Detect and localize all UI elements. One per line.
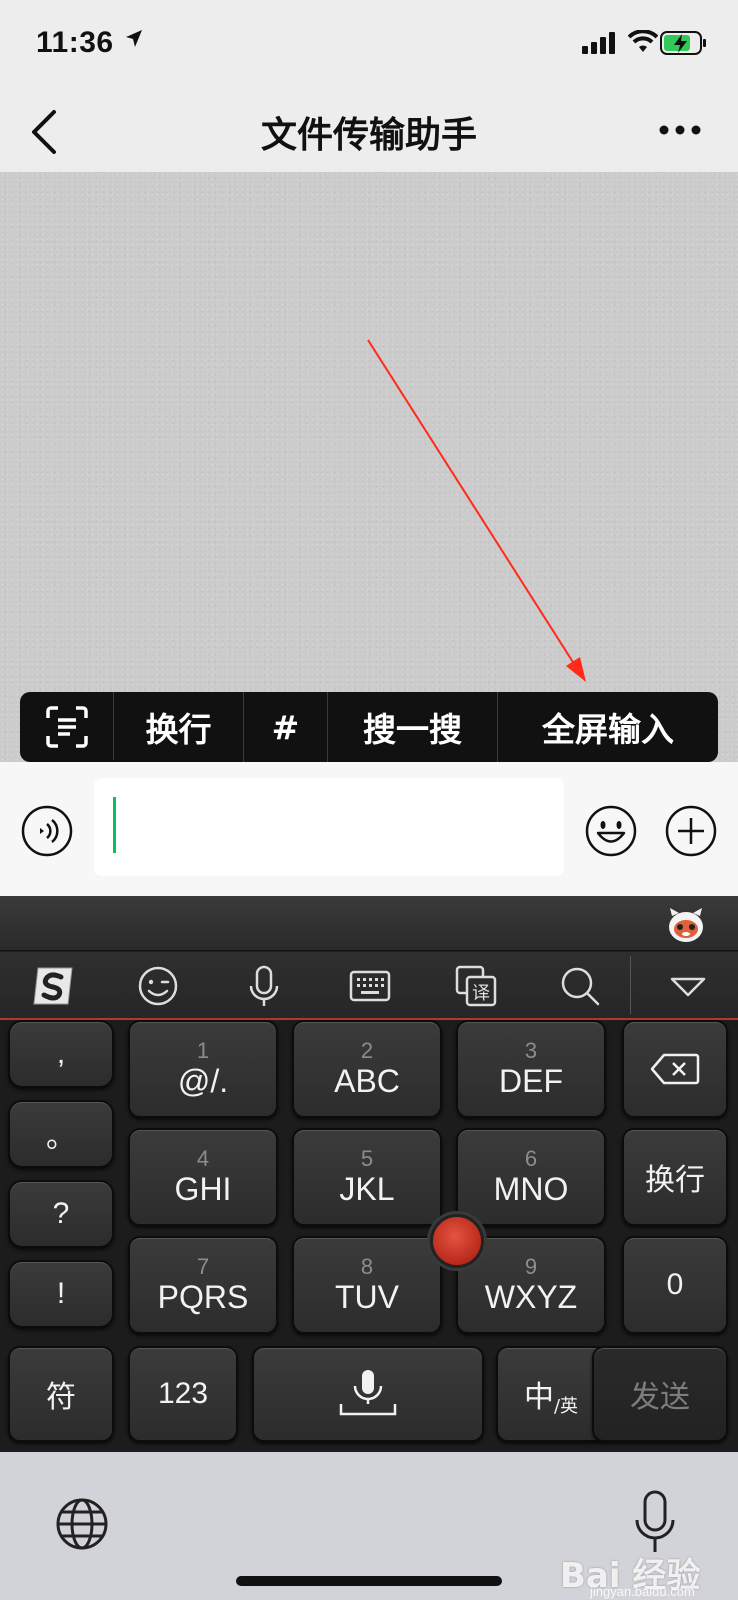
symbols-key[interactable]: 符 bbox=[8, 1346, 114, 1442]
emoji-icon[interactable] bbox=[584, 804, 638, 858]
numbers-key[interactable]: 123 bbox=[128, 1346, 238, 1442]
keyboard-candidate-strip bbox=[0, 896, 738, 951]
key-0[interactable]: 0 bbox=[622, 1236, 728, 1334]
scan-text-icon bbox=[45, 706, 88, 748]
translate-icon[interactable]: 译 bbox=[452, 962, 500, 1010]
key-period[interactable]: 。 bbox=[8, 1100, 114, 1168]
toolbar-divider bbox=[630, 956, 631, 1014]
text-cursor bbox=[113, 797, 116, 853]
cellular-signal-icon bbox=[582, 32, 615, 54]
newline-key[interactable]: 换行 bbox=[622, 1128, 728, 1226]
key-5[interactable]: 5 JKL bbox=[292, 1128, 442, 1226]
popup-search-button[interactable]: 搜一搜 bbox=[328, 692, 498, 762]
lang-switch-key[interactable]: 中/英 bbox=[496, 1346, 606, 1442]
key-1[interactable]: 1 @/. bbox=[128, 1020, 278, 1118]
key-8[interactable]: 8 TUV bbox=[292, 1236, 442, 1334]
search-icon[interactable] bbox=[556, 962, 604, 1010]
battery-charging-icon bbox=[660, 31, 706, 55]
popup-hash-button[interactable]: # bbox=[244, 692, 328, 762]
more-options-icon[interactable] bbox=[656, 112, 704, 148]
popup-scan-button[interactable] bbox=[20, 692, 114, 762]
send-key[interactable]: 发送 bbox=[592, 1346, 728, 1442]
key-2[interactable]: 2 ABC bbox=[292, 1020, 442, 1118]
message-input[interactable] bbox=[94, 778, 564, 876]
collapse-keyboard-icon[interactable] bbox=[664, 962, 712, 1010]
popup-newline-button[interactable]: 换行 bbox=[114, 692, 244, 762]
svg-text:译: 译 bbox=[472, 983, 490, 1004]
backspace-key[interactable] bbox=[622, 1020, 728, 1118]
space-mic-icon bbox=[339, 1370, 397, 1416]
status-time: 11:36 bbox=[36, 26, 114, 59]
page-title: 文件传输助手 bbox=[260, 115, 477, 156]
voice-input-icon[interactable] bbox=[20, 804, 74, 858]
globe-icon[interactable] bbox=[54, 1496, 110, 1552]
emoji-icon[interactable] bbox=[134, 962, 182, 1010]
dictation-mic-icon[interactable] bbox=[632, 1490, 678, 1556]
chat-area bbox=[0, 172, 738, 762]
watermark-url: jingyan.baidu.com bbox=[590, 1584, 695, 1599]
wifi-icon bbox=[628, 30, 658, 52]
key-6[interactable]: 6 MNO bbox=[456, 1128, 606, 1226]
key-3[interactable]: 3 DEF bbox=[456, 1020, 606, 1118]
keyboard-icon[interactable] bbox=[346, 962, 394, 1010]
key-4[interactable]: 4 GHI bbox=[128, 1128, 278, 1226]
popup-fullscreen-input-button[interactable]: 全屏输入 bbox=[498, 692, 718, 762]
input-popup-menu: 换行 # 搜一搜 全屏输入 bbox=[20, 692, 718, 762]
plus-icon[interactable] bbox=[664, 804, 718, 858]
sogou-logo-icon[interactable] bbox=[30, 962, 78, 1010]
key-exclaim[interactable]: ! bbox=[8, 1260, 114, 1328]
mic-icon[interactable] bbox=[240, 962, 288, 1010]
location-arrow-icon bbox=[126, 30, 142, 47]
home-indicator[interactable] bbox=[236, 1576, 502, 1586]
key-comma[interactable]: , bbox=[8, 1020, 114, 1088]
mascot-icon[interactable] bbox=[666, 906, 706, 944]
key-7[interactable]: 7 PQRS bbox=[128, 1236, 278, 1334]
trackpoint-button[interactable] bbox=[430, 1214, 484, 1268]
space-voice-key[interactable] bbox=[252, 1346, 484, 1442]
backspace-icon bbox=[650, 1053, 700, 1085]
key-question[interactable]: ? bbox=[8, 1180, 114, 1248]
